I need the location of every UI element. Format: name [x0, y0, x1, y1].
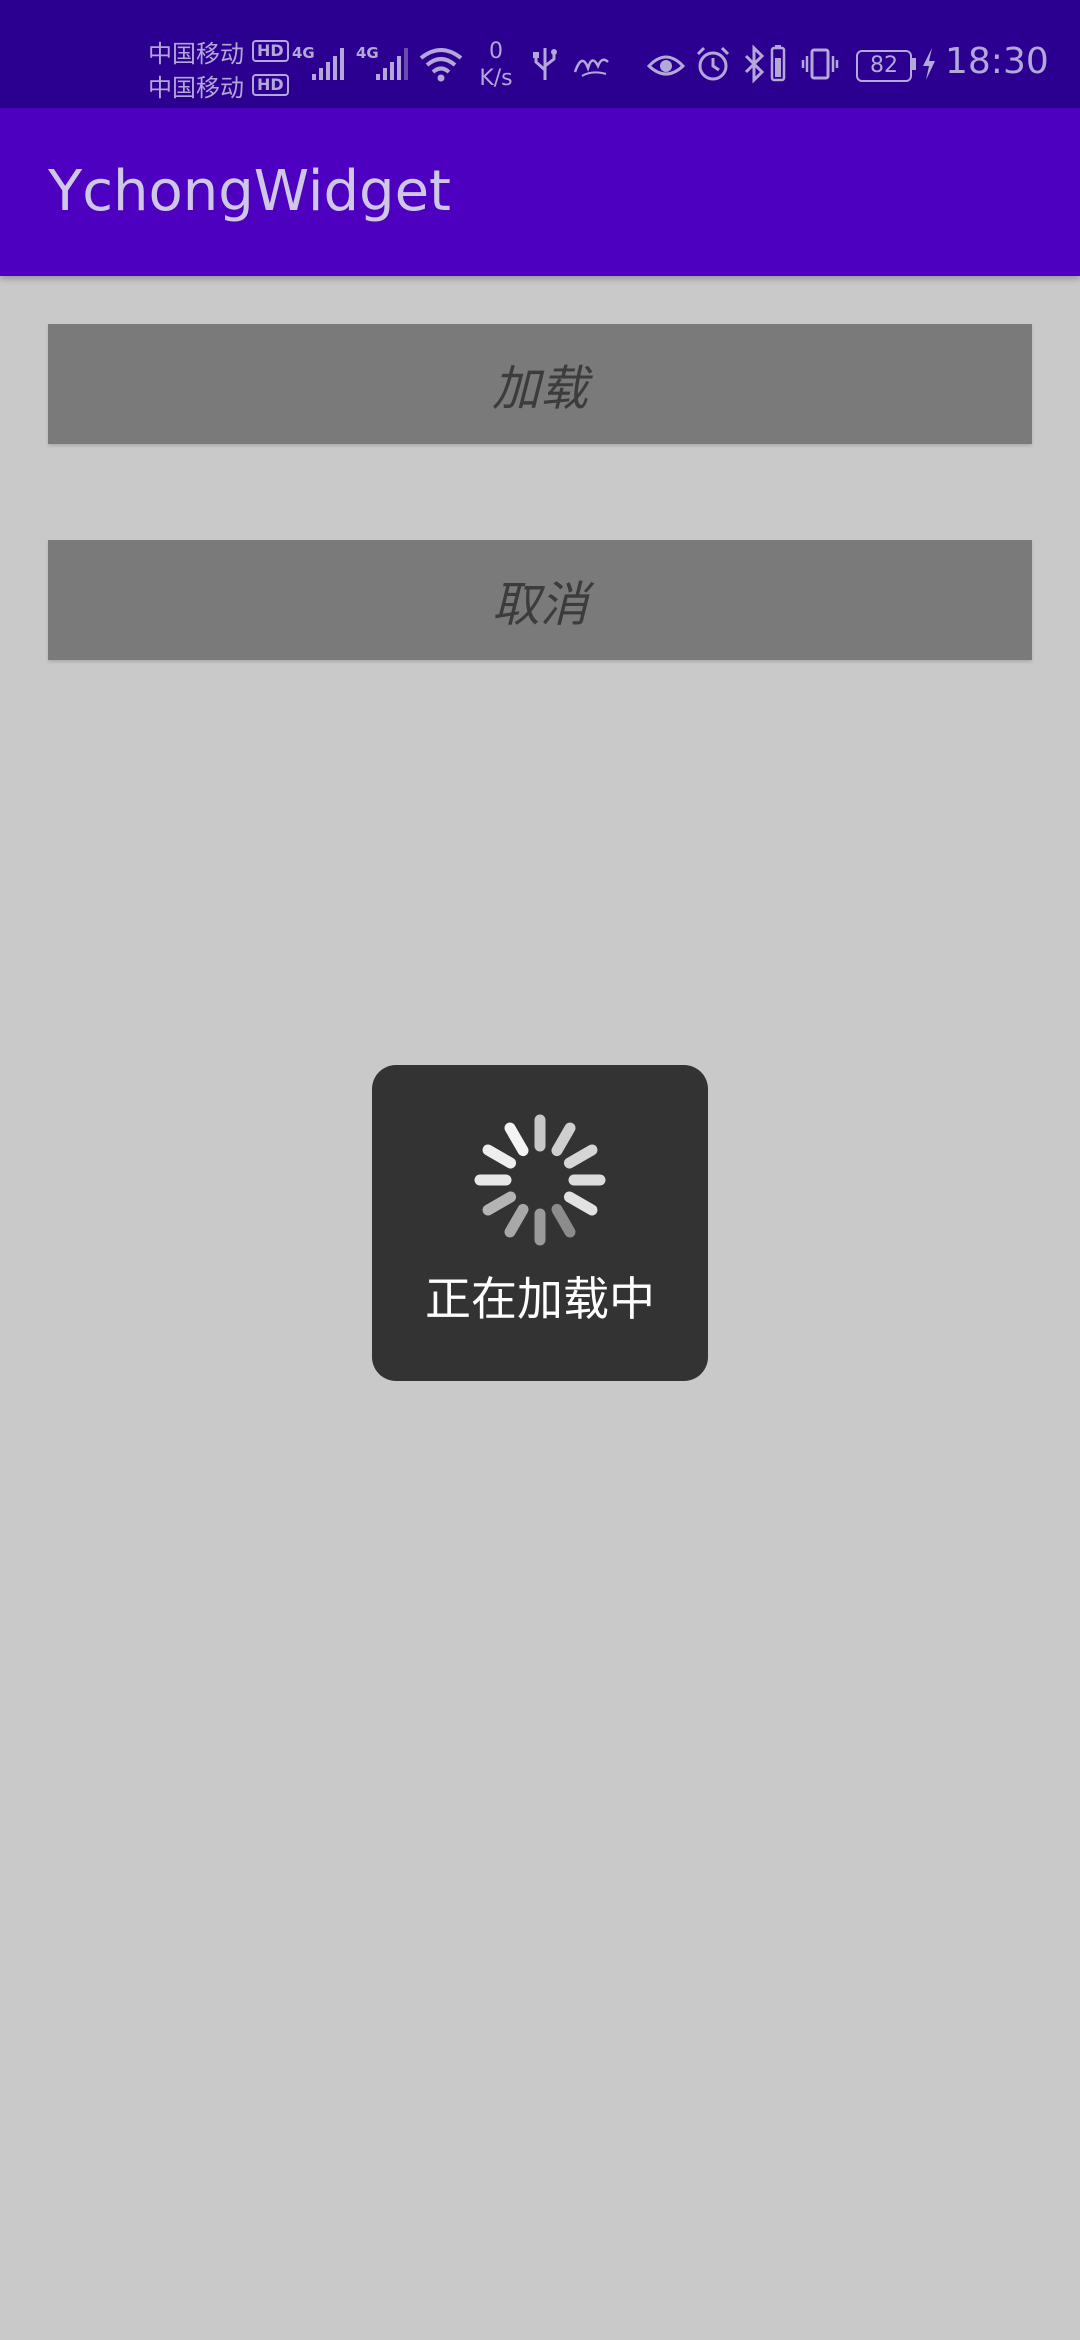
vibrate-icon	[801, 48, 839, 80]
loading-dialog: 正在加载中	[372, 1065, 708, 1381]
carrier-name-1: 中国移动	[148, 39, 244, 68]
usb-icon	[533, 48, 557, 80]
battery-icon	[770, 45, 786, 82]
loading-message: 正在加载中	[425, 1272, 655, 1326]
app-bar: YchongWidget	[0, 108, 1080, 276]
load-button[interactable]: 加载	[48, 324, 1032, 444]
cancel-button[interactable]: 取消	[48, 540, 1032, 660]
bluetooth-icon	[744, 44, 765, 84]
load-button-label: 加载	[491, 361, 588, 417]
wifi-icon	[419, 48, 463, 82]
status-bar: 中国移动 HD 中国移动 HD 4G 4G 0 K/s 82 18:30	[0, 0, 1080, 108]
signal-group-1: 4G	[292, 44, 348, 88]
carrier-line-2: 中国移动 HD	[148, 68, 289, 102]
app-title: YchongWidget	[48, 159, 451, 224]
hd-badge-1: HD	[252, 40, 289, 62]
carrier-info: 中国移动 HD 中国移动 HD	[148, 34, 289, 102]
network-type-1: 4G	[292, 44, 315, 62]
network-speed-unit: K/s	[479, 66, 513, 91]
network-speed-value: 0	[489, 39, 503, 64]
charging-icon	[923, 48, 935, 80]
spinner-icon	[474, 1114, 606, 1246]
battery-level: 82	[856, 50, 912, 82]
network-type-2: 4G	[356, 44, 379, 62]
network-speed: 0 K/s	[474, 38, 518, 92]
hd-badge-2: HD	[252, 74, 289, 96]
eye-icon	[646, 55, 686, 76]
cancel-button-label: 取消	[491, 577, 588, 633]
scribble-icon	[573, 58, 609, 77]
signal-group-2: 4G	[356, 44, 412, 88]
alarm-icon	[696, 46, 730, 81]
battery-tip	[912, 58, 916, 70]
carrier-line-1: 中国移动 HD	[148, 34, 289, 68]
status-time: 18:30	[945, 41, 1049, 82]
carrier-name-2: 中国移动	[148, 73, 244, 102]
